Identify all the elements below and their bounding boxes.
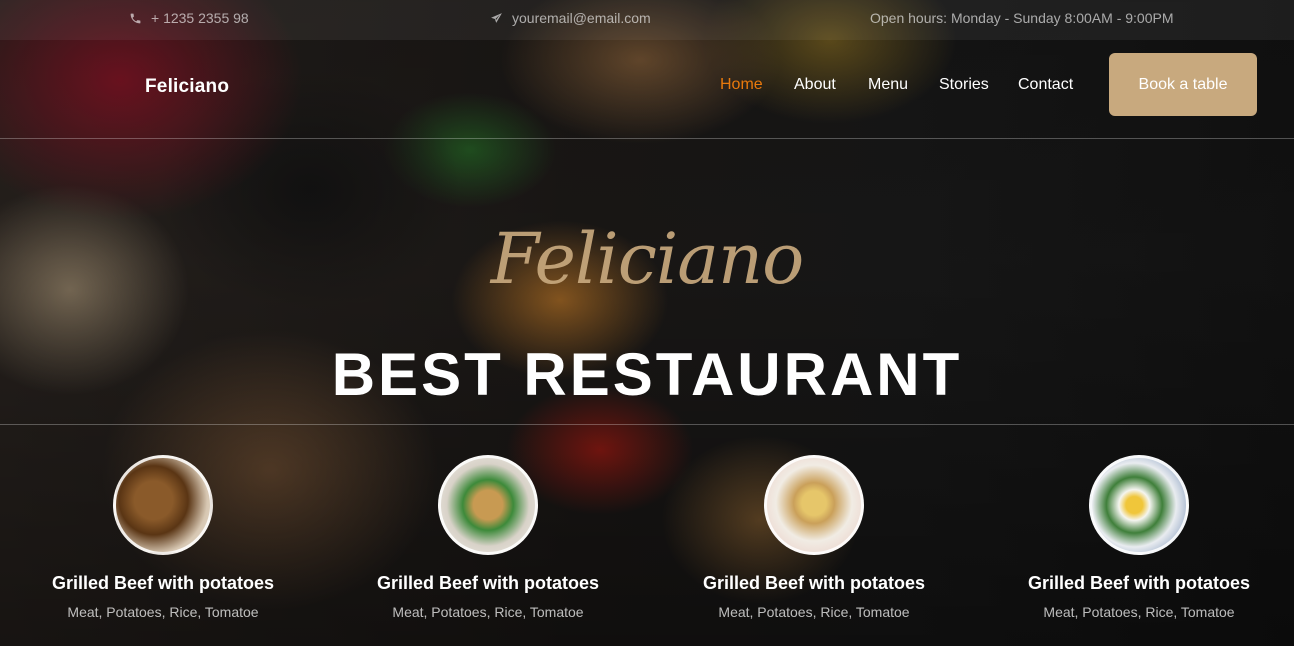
nav-link-menu[interactable]: Menu [868, 76, 908, 94]
brand-logo[interactable]: Feliciano [145, 76, 229, 98]
dish-name: Grilled Beef with potatoes [376, 573, 600, 593]
dish-name: Grilled Beef with potatoes [1027, 573, 1251, 593]
dish-description: Meat, Potatoes, Rice, Tomatoe [718, 604, 910, 620]
phone-icon [130, 13, 141, 23]
dish-description: Meat, Potatoes, Rice, Tomatoe [392, 604, 584, 620]
dish-description: Meat, Potatoes, Rice, Tomatoe [67, 604, 259, 620]
opening-hours: Open hours: Monday - Sunday 8:00AM - 9:0… [870, 10, 1174, 26]
top-info-bar: + 1235 2355 98 youremail@email.com Open … [0, 0, 1294, 40]
dish-image[interactable] [438, 455, 538, 555]
dish-description: Meat, Potatoes, Rice, Tomatoe [1043, 604, 1235, 620]
nav-link-contact[interactable]: Contact [1018, 76, 1073, 94]
hero-script-title: Feliciano [490, 218, 805, 300]
dish-image[interactable] [1089, 455, 1189, 555]
hours-text: Open hours: Monday - Sunday 8:00AM - 9:0… [870, 10, 1174, 26]
nav-link-stories[interactable]: Stories [939, 76, 989, 94]
paper-plane-icon [491, 12, 502, 23]
book-table-button[interactable]: Book a table [1109, 53, 1257, 116]
main-navbar: Feliciano Home About Menu Stories Contac… [0, 40, 1294, 139]
hero-title: BEST RESTAURANT [331, 341, 963, 408]
dish-card[interactable]: Grilled Beef with potatoes Meat, Potatoe… [23, 455, 303, 620]
dish-name: Grilled Beef with potatoes [51, 573, 275, 593]
dish-image[interactable] [113, 455, 213, 555]
dish-card[interactable]: Grilled Beef with potatoes Meat, Potatoe… [348, 455, 628, 620]
dish-name: Grilled Beef with potatoes [702, 573, 926, 593]
email-info: youremail@email.com [490, 10, 651, 26]
dish-image[interactable] [764, 455, 864, 555]
dish-card[interactable]: Grilled Beef with potatoes Meat, Potatoe… [674, 455, 954, 620]
nav-link-home[interactable]: Home [720, 76, 763, 94]
phone-info: + 1235 2355 98 [129, 10, 249, 26]
hero-divider [0, 424, 1294, 425]
phone-text: + 1235 2355 98 [151, 10, 249, 26]
dish-card[interactable]: Grilled Beef with potatoes Meat, Potatoe… [999, 455, 1279, 620]
email-link[interactable]: youremail@email.com [512, 10, 651, 26]
nav-link-about[interactable]: About [794, 76, 836, 94]
